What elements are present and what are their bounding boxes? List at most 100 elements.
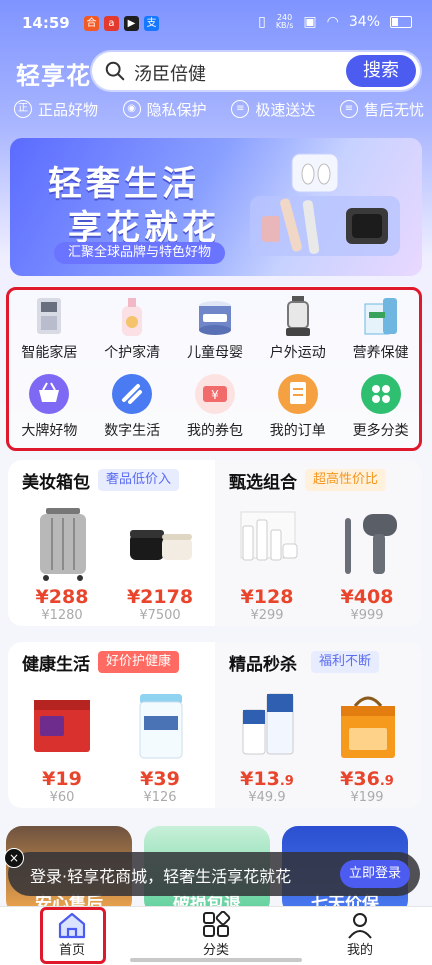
guarantee-delivery: ≡ 极速送达 bbox=[231, 96, 315, 122]
login-button[interactable]: 立即登录 bbox=[340, 860, 410, 888]
product-original-price: ¥999 bbox=[350, 608, 384, 623]
status-time: 14:59 bbox=[22, 14, 70, 32]
status-bar: 14:59 合 a ▶ 支 ▯ 240 KB/s ▣ ◠ 34% bbox=[0, 0, 432, 46]
luggage-image bbox=[40, 508, 86, 581]
search-button[interactable]: 搜索 bbox=[346, 55, 416, 87]
search-bar[interactable]: 汤臣倍健 搜索 bbox=[92, 52, 420, 90]
product-card[interactable]: ¥36.9 ¥199 bbox=[319, 686, 415, 805]
app-notification-icon: a bbox=[104, 16, 119, 31]
section-tag: 好价护健康 bbox=[98, 651, 180, 673]
guarantee-bar: 正 正品好物 ◉ 隐私保护 ≡ 极速送达 ≡ 售后无忧 bbox=[14, 96, 424, 122]
tab-label: 我的 bbox=[346, 943, 373, 958]
product-original-price: ¥126 bbox=[143, 790, 177, 805]
section-title: 精品秒杀 bbox=[229, 655, 297, 675]
product-original-price: ¥49.9 bbox=[248, 790, 286, 805]
milk-image bbox=[242, 693, 294, 755]
product-original-price: ¥199 bbox=[350, 790, 384, 805]
tab-category[interactable]: 分类 bbox=[176, 911, 256, 958]
health-box-image bbox=[34, 700, 90, 752]
product-price: ¥2178 bbox=[126, 586, 194, 608]
price-decimal: .9 bbox=[379, 774, 394, 789]
hair-dryer-image bbox=[345, 514, 397, 574]
skincare-set-image bbox=[240, 511, 298, 561]
login-toast: × 登录·轻享花商城，轻奢生活享花就花 立即登录 bbox=[4, 848, 420, 896]
app-logo: 轻享花 bbox=[16, 62, 91, 90]
guarantee-label: 极速送达 bbox=[255, 100, 316, 119]
price-integer: ¥13 bbox=[240, 768, 280, 790]
price-decimal: .9 bbox=[279, 774, 294, 789]
product-original-price: ¥60 bbox=[49, 790, 75, 805]
tab-mine[interactable]: 我的 bbox=[320, 911, 400, 958]
product-original-price: ¥7500 bbox=[139, 608, 181, 623]
guarantee-aftersale: ≡ 售后无忧 bbox=[339, 96, 424, 122]
battery-text: 34% bbox=[348, 14, 380, 30]
section-tag: 福利不断 bbox=[311, 651, 380, 673]
header: 轻享花 汤臣倍健 搜索 bbox=[0, 50, 432, 94]
highlight-box-categories bbox=[6, 287, 422, 451]
banner-subtitle: 汇聚全球品牌与特色好物 bbox=[54, 242, 226, 264]
guarantee-label: 隐私保护 bbox=[146, 100, 207, 119]
product-card[interactable]: ¥288 ¥1280 bbox=[14, 504, 110, 623]
app-notification-icon: ▶ bbox=[124, 16, 139, 31]
guarantee-privacy: ◉ 隐私保护 bbox=[122, 96, 207, 122]
product-card[interactable]: ¥128 ¥299 bbox=[219, 504, 315, 623]
search-icon bbox=[105, 61, 125, 81]
section-tag: 奢品低价入 bbox=[98, 469, 180, 491]
cream-jar-image bbox=[130, 530, 192, 560]
product-card[interactable]: ¥39 ¥126 bbox=[112, 686, 208, 805]
home-indicator bbox=[130, 958, 302, 962]
toast-text: 登录·轻享花商城，轻奢生活享花就花 bbox=[30, 867, 292, 886]
product-original-price: ¥1280 bbox=[41, 608, 83, 623]
service-icon: ≡ bbox=[339, 100, 358, 118]
status-right: ▯ 240 KB/s ▣ ◠ 34% bbox=[258, 14, 412, 30]
banner-products-illustration bbox=[250, 153, 400, 256]
section-flash-sale[interactable]: 精品秒杀 福利不断 ¥13.9 ¥49.9 ¥36.9 ¥199 bbox=[215, 642, 422, 808]
app-notification-icon: 合 bbox=[84, 16, 99, 31]
wifi-icon: ◠ bbox=[326, 14, 339, 30]
product-price: ¥19 bbox=[42, 768, 82, 790]
network-speed: 240 KB/s bbox=[276, 14, 294, 30]
product-price: ¥36.9 bbox=[319, 768, 415, 790]
sim-icon: ▣ bbox=[303, 14, 317, 30]
section-health-life[interactable]: 健康生活 好价护健康 ¥19 ¥60 ¥39 ¥126 bbox=[8, 642, 215, 808]
user-icon bbox=[348, 913, 372, 939]
product-price: ¥128 bbox=[240, 586, 294, 608]
section-selected-combo[interactable]: 甄选组合 超高性价比 ¥128 ¥299 ¥408 ¥999 bbox=[215, 460, 422, 626]
product-section: 美妆箱包 奢品低价入 ¥288 ¥1280 ¥2178 ¥7500 甄选组合 超… bbox=[8, 460, 422, 626]
product-price: ¥408 bbox=[340, 586, 394, 608]
network-speed-unit: KB/s bbox=[275, 21, 294, 30]
product-card[interactable]: ¥19 ¥60 bbox=[14, 686, 110, 805]
product-price: ¥13.9 bbox=[219, 768, 315, 790]
product-price: ¥288 bbox=[35, 586, 89, 608]
product-card[interactable]: ¥2178 ¥7500 bbox=[112, 504, 208, 623]
price-integer: ¥36 bbox=[340, 768, 380, 790]
product-price: ¥39 bbox=[140, 768, 180, 790]
promo-banner[interactable]: 轻奢生活 享花就花 汇聚全球品牌与特色好物 bbox=[10, 138, 422, 276]
guarantee-genuine: 正 正品好物 bbox=[14, 96, 98, 122]
guarantee-label: 正品好物 bbox=[38, 100, 99, 119]
search-input[interactable]: 汤臣倍健 bbox=[134, 60, 206, 86]
genuine-icon: 正 bbox=[14, 100, 32, 118]
section-beauty-bags[interactable]: 美妆箱包 奢品低价入 ¥288 ¥1280 ¥2178 ¥7500 bbox=[8, 460, 215, 626]
app-notification-icon: 支 bbox=[144, 16, 159, 31]
section-title: 美妆箱包 bbox=[22, 473, 90, 493]
category-grid-icon bbox=[203, 911, 231, 937]
section-tag: 超高性价比 bbox=[305, 469, 387, 491]
truck-icon: ≡ bbox=[231, 100, 250, 118]
guarantee-label: 售后无忧 bbox=[363, 100, 424, 119]
vibrate-icon: ▯ bbox=[258, 14, 266, 30]
product-card[interactable]: ¥408 ¥999 bbox=[319, 504, 415, 623]
product-card[interactable]: ¥13.9 ¥49.9 bbox=[219, 686, 315, 805]
protein-can-image bbox=[139, 694, 183, 759]
product-section: 健康生活 好价护健康 ¥19 ¥60 ¥39 ¥126 精品秒杀 福利不断 ¥1… bbox=[8, 642, 422, 808]
section-title: 健康生活 bbox=[22, 655, 90, 675]
shield-icon: ◉ bbox=[122, 100, 141, 118]
tab-label: 分类 bbox=[202, 943, 229, 958]
banner-title-1: 轻奢生活 bbox=[48, 164, 200, 204]
section-title: 甄选组合 bbox=[229, 473, 297, 493]
status-app-icons: 合 a ▶ 支 bbox=[84, 16, 159, 31]
highlight-box-home-tab bbox=[40, 907, 106, 964]
gift-bag-image bbox=[341, 696, 395, 758]
close-icon[interactable]: × bbox=[4, 848, 24, 868]
product-original-price: ¥299 bbox=[250, 608, 284, 623]
